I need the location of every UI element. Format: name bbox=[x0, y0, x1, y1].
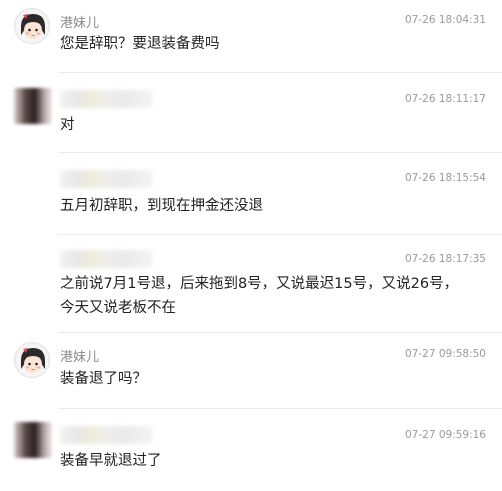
timestamp: 07-26 18:11:17 bbox=[404, 93, 486, 105]
blurred-avatar[interactable] bbox=[14, 88, 52, 124]
sender-name[interactable]: 港妹儿 bbox=[60, 12, 99, 31]
message-text: 装备早就退过了 bbox=[60, 453, 162, 469]
timestamp: 07-27 09:59:16 bbox=[404, 429, 486, 441]
timestamp: 07-26 18:17:35 bbox=[404, 253, 486, 265]
divider bbox=[58, 72, 502, 73]
sender-name[interactable]: 港妹儿 bbox=[60, 346, 99, 365]
message-text: 五月初辞职，到现在押金还没退 bbox=[60, 198, 263, 214]
girl-avatar-icon bbox=[16, 10, 49, 43]
message-text: 您是辞职？要退装备费吗 bbox=[60, 36, 220, 52]
message-text: 对 bbox=[60, 117, 75, 133]
timestamp: 07-27 09:58:50 bbox=[404, 348, 486, 360]
sender-name-blurred bbox=[60, 250, 152, 268]
divider bbox=[58, 234, 502, 235]
timestamp: 07-26 18:04:31 bbox=[404, 14, 486, 26]
divider bbox=[58, 408, 502, 409]
message-text: 装备退了吗？ bbox=[60, 371, 147, 387]
blurred-avatar[interactable] bbox=[14, 422, 52, 458]
timestamp: 07-26 18:15:54 bbox=[404, 172, 486, 184]
avatar[interactable] bbox=[14, 8, 50, 44]
message-text: 之前说7月1号退，后来拖到8号，又说最迟15号，又说26号，今天又说老板不在 bbox=[60, 276, 459, 316]
sender-name-blurred bbox=[60, 170, 152, 188]
divider bbox=[58, 332, 502, 333]
sender-name-blurred bbox=[60, 426, 152, 444]
girl-avatar-icon bbox=[16, 344, 49, 377]
sender-name-blurred bbox=[60, 90, 152, 108]
divider bbox=[58, 152, 502, 153]
avatar[interactable] bbox=[14, 342, 50, 378]
